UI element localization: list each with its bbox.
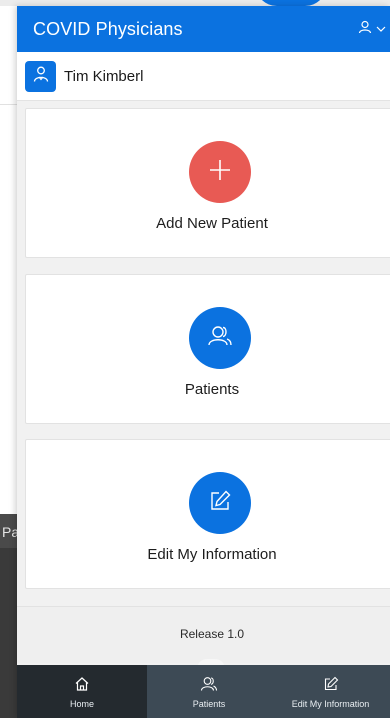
app-header: COVID Physicians <box>17 6 390 52</box>
edit-my-information-card[interactable]: Edit My Information <box>25 439 390 589</box>
release-version: Release 1.0 <box>179 627 245 641</box>
tab-patients-label: Patients <box>192 699 226 709</box>
bottom-tab-bar: Home Patients Edit My Information <box>17 665 390 718</box>
edit-icon <box>323 674 339 694</box>
home-icon <box>74 674 90 694</box>
user-bar: Tim Kimberl <box>17 52 390 101</box>
app-panel: COVID Physicians Tim Kimberl Add New Pat… <box>17 6 390 718</box>
app-title: COVID Physicians <box>33 18 183 39</box>
tab-home[interactable]: Home <box>17 665 147 718</box>
avatar <box>25 60 56 92</box>
background-clipped-label: Pa <box>2 524 17 540</box>
user-icon <box>358 20 372 39</box>
tab-edit-my-information[interactable]: Edit My Information <box>271 665 390 718</box>
user-name: Tim Kimberl <box>64 67 144 85</box>
doctor-icon <box>32 65 50 88</box>
edit-my-information-label: Edit My Information <box>147 546 277 563</box>
background-divider <box>0 104 17 105</box>
tab-home-label: Home <box>69 699 94 709</box>
chevron-down-icon <box>376 21 386 39</box>
add-new-patient-label: Add New Patient <box>156 215 268 232</box>
patients-card[interactable]: Patients <box>25 274 390 424</box>
user-menu-button[interactable] <box>358 20 386 39</box>
footer: Release 1.0 <box>17 606 390 669</box>
add-new-patient-card[interactable]: Add New Patient <box>25 108 390 258</box>
patients-label: Patients <box>184 381 240 398</box>
users-icon <box>200 674 218 694</box>
tab-patients[interactable]: Patients <box>147 665 271 718</box>
tab-edit-my-information-label: Edit My Information <box>291 699 370 709</box>
